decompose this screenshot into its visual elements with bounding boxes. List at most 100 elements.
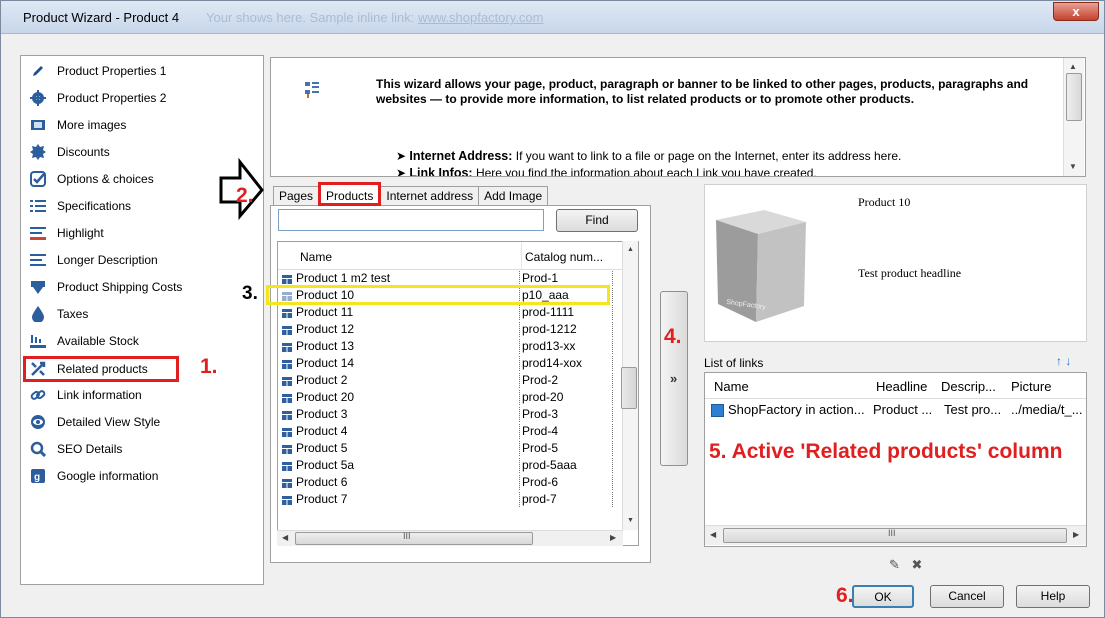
sidebar-item-label: Highlight xyxy=(57,226,104,240)
sidebar-item-label: Longer Description xyxy=(57,253,158,267)
edit-pencil-icon[interactable]: ✎ xyxy=(889,557,900,572)
sidebar-item-product-shipping-costs[interactable]: Product Shipping Costs xyxy=(29,276,259,298)
scroll-right-icon[interactable]: ▶ xyxy=(1073,530,1079,539)
find-button[interactable]: Find xyxy=(556,209,638,232)
sidebar: Product Properties 1 Product Properties … xyxy=(20,55,264,585)
help-button[interactable]: Help xyxy=(1016,585,1090,608)
sidebar-item-highlight[interactable]: Highlight xyxy=(29,222,259,244)
shipping-icon xyxy=(29,279,47,295)
sidebar-item-link-information[interactable]: Link information xyxy=(29,384,259,406)
tab-pages[interactable]: Pages xyxy=(273,186,320,206)
close-button[interactable]: x xyxy=(1053,2,1099,21)
row-catalog: prod-1212 xyxy=(521,322,613,337)
sidebar-item-label: Link information xyxy=(57,388,142,402)
table-row[interactable]: Product 5 Prod-5 xyxy=(278,440,624,457)
table-row[interactable]: Product 6 Prod-6 xyxy=(278,474,624,491)
tab-products[interactable]: Products xyxy=(318,182,382,206)
bullet-title: Link Infos: xyxy=(409,166,473,177)
column-catalog-number[interactable]: Catalog num... xyxy=(525,250,603,264)
link-description: Test pro... xyxy=(944,402,1002,417)
link-picture: ../media/t_... xyxy=(1011,402,1083,417)
double-chevron-right-icon: » xyxy=(670,371,678,386)
sidebar-item-label: Google information xyxy=(57,469,159,483)
product-icon xyxy=(282,394,292,403)
wizard-scrollbar[interactable]: ▲ ▼ xyxy=(1063,58,1084,176)
annotation-step-6: 6. xyxy=(836,584,854,607)
table-row[interactable]: Product 3 Prod-3 xyxy=(278,406,624,423)
row-name: Product 5a xyxy=(294,458,520,473)
scroll-left-icon[interactable]: ◀ xyxy=(710,530,716,539)
scroll-left-icon[interactable]: ◀ xyxy=(282,533,288,542)
table-row[interactable]: Product 12 prod-1212 xyxy=(278,321,624,338)
scroll-thumb[interactable] xyxy=(1066,73,1082,121)
table-row[interactable]: Product 4 Prod-4 xyxy=(278,423,624,440)
add-link-button[interactable]: » xyxy=(660,291,688,466)
product-icon xyxy=(282,360,292,369)
links-column-description[interactable]: Descrip... xyxy=(941,379,996,394)
product-icon xyxy=(282,462,292,471)
text-lines-icon xyxy=(29,252,47,268)
sidebar-item-more-images[interactable]: More images xyxy=(29,114,259,136)
list-horizontal-scrollbar[interactable]: ◀ III ▶ xyxy=(277,530,623,546)
delete-x-icon[interactable]: ✖ xyxy=(912,557,923,572)
table-row[interactable]: Product 5a prod-5aaa xyxy=(278,457,624,474)
table-row[interactable]: Product 2 Prod-2 xyxy=(278,372,624,389)
sidebar-item-label: Related products xyxy=(57,362,148,376)
links-header: Name Headline Descrip... Picture xyxy=(705,373,1086,399)
cancel-button[interactable]: Cancel xyxy=(930,585,1004,608)
row-catalog: prod-1111 xyxy=(521,305,613,320)
sidebar-item-available-stock[interactable]: Available Stock xyxy=(29,330,259,352)
reorder-arrows-icon[interactable]: ↑ ↓ xyxy=(1056,354,1071,368)
row-name: Product 6 xyxy=(294,475,520,490)
ok-button[interactable]: OK xyxy=(852,585,914,608)
table-row[interactable]: Product 13 prod13-xx xyxy=(278,338,624,355)
sidebar-item-label: More images xyxy=(57,118,127,132)
search-input[interactable] xyxy=(278,209,544,231)
table-row[interactable]: Product 11 prod-1111 xyxy=(278,304,624,321)
product-icon xyxy=(282,343,292,352)
links-horizontal-scrollbar[interactable]: ◀ III ▶ xyxy=(705,525,1086,545)
sidebar-item-related-products[interactable]: Related products xyxy=(23,356,179,382)
selected-row-highlight xyxy=(266,285,610,305)
row-name: Product 4 xyxy=(294,424,520,439)
scroll-down-icon[interactable]: ▼ xyxy=(627,517,634,524)
sidebar-item-google-information[interactable]: g Google information xyxy=(29,465,259,487)
links-column-picture[interactable]: Picture xyxy=(1011,379,1051,394)
table-row[interactable]: Product 14 prod14-xox xyxy=(278,355,624,372)
title-ghost-text: Your shows here. Sample inline link: www… xyxy=(206,10,543,25)
row-catalog: prod14-xox xyxy=(521,356,613,371)
scroll-up-icon[interactable]: ▲ xyxy=(627,246,634,253)
table-row[interactable]: Product 20 prod-20 xyxy=(278,389,624,406)
links-column-headline[interactable]: Headline xyxy=(876,379,927,394)
annotation-step-1: 1. xyxy=(200,355,218,378)
sidebar-item-longer-description[interactable]: Longer Description xyxy=(29,249,259,271)
scroll-down-icon[interactable]: ▼ xyxy=(1069,162,1077,171)
link-type-icon xyxy=(711,404,724,417)
preview-headline: Test product headline xyxy=(858,266,962,280)
table-row[interactable]: Product 7 prod-7 xyxy=(278,491,624,508)
scroll-right-icon[interactable]: ▶ xyxy=(610,533,616,542)
wizard-bullet-link-infos: ➤ Link Infos: Here you find the informat… xyxy=(396,166,817,177)
sidebar-item-product-properties-2[interactable]: Product Properties 2 xyxy=(29,87,259,109)
sidebar-item-detailed-view-style[interactable]: Detailed View Style xyxy=(29,411,259,433)
drop-icon xyxy=(29,306,47,322)
hscroll-grip: III xyxy=(888,528,896,538)
scroll-up-icon[interactable]: ▲ xyxy=(1069,62,1077,71)
row-catalog: prod-5aaa xyxy=(521,458,613,473)
list-scroll-thumb[interactable] xyxy=(621,367,637,409)
hscroll-thumb[interactable] xyxy=(295,532,533,545)
tab-add-image[interactable]: Add Image xyxy=(478,186,549,206)
row-catalog: prod-20 xyxy=(521,390,613,405)
column-name[interactable]: Name xyxy=(300,250,332,264)
product-icon xyxy=(282,309,292,318)
row-name: Product 3 xyxy=(294,407,520,422)
tab-internet-address[interactable]: Internet address xyxy=(380,186,480,206)
row-catalog: Prod-6 xyxy=(521,475,613,490)
row-catalog: Prod-1 xyxy=(521,271,613,286)
links-column-name[interactable]: Name xyxy=(714,379,749,394)
sidebar-item-taxes[interactable]: Taxes xyxy=(29,303,259,325)
gear-icon xyxy=(29,90,47,106)
links-row[interactable]: ShopFactory in action... Product ... Tes… xyxy=(707,400,1084,420)
sidebar-item-product-properties-1[interactable]: Product Properties 1 xyxy=(29,60,259,82)
sidebar-item-seo-details[interactable]: SEO Details xyxy=(29,438,259,460)
